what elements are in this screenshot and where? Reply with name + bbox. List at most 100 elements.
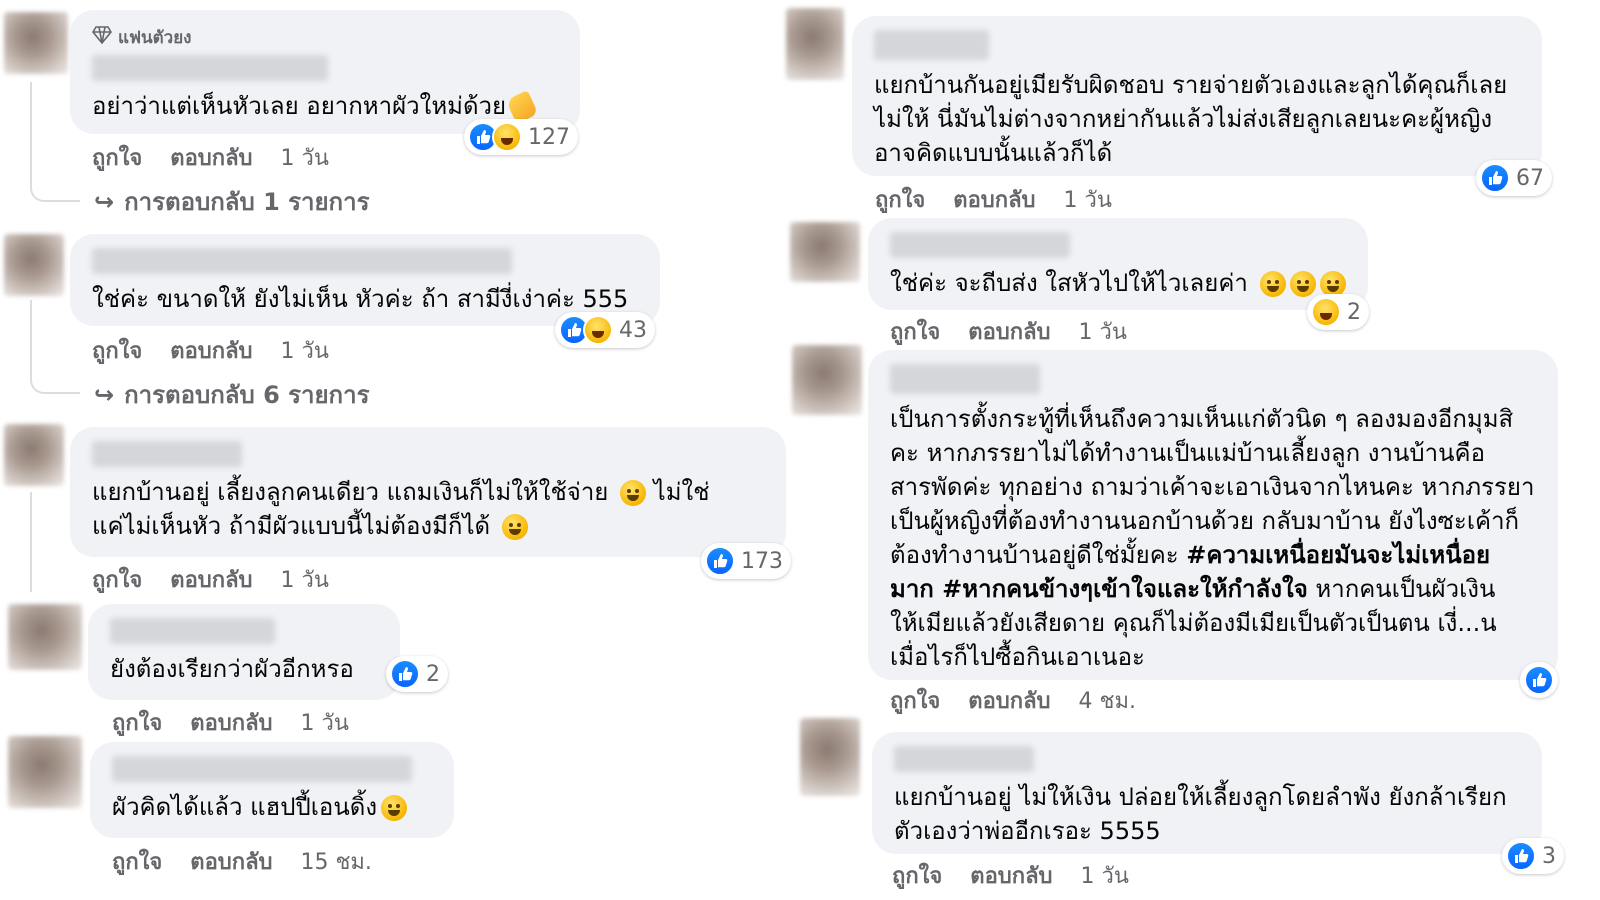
like-button[interactable]: ถูกใจ xyxy=(92,333,142,368)
reply-button[interactable]: ตอบกลับ xyxy=(170,562,252,597)
reaction-summary[interactable]: 67 xyxy=(1476,160,1552,196)
comment-actions: ถูกใจ ตอบกลับ 1 วัน xyxy=(875,182,1112,217)
view-replies-link[interactable]: ↪ การตอบกลับ 1 รายการ xyxy=(94,182,369,221)
comment-bubble: ยังต้องเรียกว่าผัวอีกหรอ xyxy=(88,604,400,700)
badge-label: แฟนตัวยง xyxy=(118,28,192,48)
commenter-name-blurred[interactable] xyxy=(92,55,328,81)
thread-line xyxy=(30,492,33,592)
reaction-summary[interactable]: 2 xyxy=(386,656,448,692)
commenter-name-blurred[interactable] xyxy=(92,441,242,467)
commenter-name-blurred[interactable] xyxy=(92,248,512,274)
reaction-count: 3 xyxy=(1542,843,1556,869)
hashtag-link[interactable]: มาก #หากคนข้างๆเข้าใจและให้กำลังใจ xyxy=(890,575,1308,603)
comment-bubble: แยกบ้านกันอยู่เมียรับผิดชอบ รายจ่ายตัวเอ… xyxy=(852,16,1542,176)
like-button[interactable]: ถูกใจ xyxy=(875,182,925,217)
like-button[interactable]: ถูกใจ xyxy=(92,562,142,597)
comment-bubble: แยกบ้านอยู่ ไม่ให้เงิน ปล่อยให้เลี้ยงลูก… xyxy=(872,732,1542,854)
comment-text: เป็นการตั้งกระทู้ที่เห็นถึงความเห็นแก่ตั… xyxy=(890,405,1535,671)
reply-button[interactable]: ตอบกลับ xyxy=(968,314,1050,349)
avatar[interactable] xyxy=(790,222,860,282)
reply-button[interactable]: ตอบกลับ xyxy=(953,182,1035,217)
haha-reaction-icon xyxy=(492,122,522,152)
avatar[interactable] xyxy=(4,12,68,74)
comment-actions: ถูกใจ ตอบกลับ 1 วัน xyxy=(92,562,329,597)
smiling-face-emoji-icon xyxy=(381,795,408,821)
reply-arrow-icon: ↪ xyxy=(94,187,115,216)
avatar[interactable] xyxy=(792,345,862,415)
comment-actions: ถูกใจ ตอบกลับ 4 ชม. xyxy=(890,683,1136,718)
comment-text: แยกบ้านกันอยู่เมียรับผิดชอบ รายจ่ายตัวเอ… xyxy=(874,71,1508,167)
timestamp[interactable]: 1 วัน xyxy=(281,333,329,368)
hashtag-link[interactable]: #ความเหนื่อยมันจะไม่เหนื่อย xyxy=(1186,541,1490,569)
reaction-summary[interactable]: 173 xyxy=(701,543,791,579)
comment-bubble: แยกบ้านอยู่ เลี้ยงลูกคนเดียว แถมเงินก็ไม… xyxy=(70,427,786,557)
reaction-summary[interactable]: 43 xyxy=(555,312,655,348)
like-button[interactable]: ถูกใจ xyxy=(112,844,162,879)
top-fan-badge: แฟนตัวยง xyxy=(92,24,558,51)
reaction-count: 67 xyxy=(1516,165,1544,191)
like-button[interactable]: ถูกใจ xyxy=(890,314,940,349)
reaction-count: 127 xyxy=(528,124,570,150)
timestamp[interactable]: 1 วัน xyxy=(1081,858,1129,893)
avatar[interactable] xyxy=(8,604,82,670)
left-comments-column: แฟนตัวยง อย่าว่าแต่เห็นหัวเลย อยากหาผัวใ… xyxy=(0,0,800,900)
comment-text: แยกบ้านอยู่ เลี้ยงลูกคนเดียว แถมเงินก็ไม… xyxy=(92,478,710,540)
like-reaction-icon xyxy=(390,659,420,689)
timestamp[interactable]: 1 วัน xyxy=(1079,314,1127,349)
comment-actions: ถูกใจ ตอบกลับ 1 วัน xyxy=(112,705,349,740)
reply-button[interactable]: ตอบกลับ xyxy=(968,683,1050,718)
commenter-name-blurred[interactable] xyxy=(874,30,989,60)
commenter-name-blurred[interactable] xyxy=(894,746,1034,772)
commenter-name-blurred[interactable] xyxy=(890,364,1040,394)
like-button[interactable]: ถูกใจ xyxy=(112,705,162,740)
timestamp[interactable]: 1 วัน xyxy=(281,562,329,597)
like-reaction-icon xyxy=(705,546,735,576)
timestamp[interactable]: 4 ชม. xyxy=(1079,683,1136,718)
like-button[interactable]: ถูกใจ xyxy=(92,140,142,175)
commenter-name-blurred[interactable] xyxy=(890,232,1070,258)
like-button[interactable]: ถูกใจ xyxy=(892,858,942,893)
replies-label: การตอบกลับ 6 รายการ xyxy=(124,381,370,409)
reply-button[interactable]: ตอบกลับ xyxy=(970,858,1052,893)
comment-text: ผัวคิดได้แล้ว แฮปปี้เอนดิ้ง xyxy=(112,790,432,824)
comment-bubble: แฟนตัวยง อย่าว่าแต่เห็นหัวเลย อยากหาผัวใ… xyxy=(70,10,580,134)
reaction-count: 2 xyxy=(1347,299,1361,325)
commenter-name-blurred[interactable] xyxy=(112,756,412,782)
tired-face-emoji-icon xyxy=(620,480,646,506)
timestamp[interactable]: 15 ชม. xyxy=(301,844,372,879)
avatar[interactable] xyxy=(4,234,64,296)
comment-text: แยกบ้านอยู่ ไม่ให้เงิน ปล่อยให้เลี้ยงลูก… xyxy=(894,783,1507,845)
avatar[interactable] xyxy=(800,718,860,796)
like-reaction-icon xyxy=(1506,841,1536,871)
timestamp[interactable]: 1 วัน xyxy=(301,705,349,740)
view-replies-link[interactable]: ↪ การตอบกลับ 6 รายการ xyxy=(94,375,369,414)
avatar[interactable] xyxy=(786,8,844,80)
reaction-count: 2 xyxy=(426,661,440,687)
reaction-summary[interactable] xyxy=(1520,662,1558,698)
reaction-summary[interactable]: 3 xyxy=(1502,838,1564,874)
reaction-count: 43 xyxy=(619,317,647,343)
haha-reaction-icon xyxy=(583,315,613,345)
reply-button[interactable]: ตอบกลับ xyxy=(190,844,272,879)
avatar[interactable] xyxy=(8,736,82,808)
avatar[interactable] xyxy=(4,424,64,486)
reply-button[interactable]: ตอบกลับ xyxy=(190,705,272,740)
timestamp[interactable]: 1 วัน xyxy=(281,140,329,175)
right-comments-column: แยกบ้านกันอยู่เมียรับผิดชอบ รายจ่ายตัวเอ… xyxy=(786,0,1600,900)
reply-arrow-icon: ↪ xyxy=(94,380,115,409)
comment-actions: ถูกใจ ตอบกลับ 15 ชม. xyxy=(112,844,372,879)
comment-actions: ถูกใจ ตอบกลับ 1 วัน xyxy=(92,333,329,368)
like-button[interactable]: ถูกใจ xyxy=(890,683,940,718)
reply-button[interactable]: ตอบกลับ xyxy=(170,140,252,175)
reply-button[interactable]: ตอบกลับ xyxy=(170,333,252,368)
comment-bubble: ใช่ค่ะ จะถีบส่ง ใสหัวไปให้ไวเลยค่า xyxy=(868,218,1368,310)
comment-bubble: เป็นการตั้งกระทู้ที่เห็นถึงความเห็นแก่ตั… xyxy=(868,350,1558,680)
reaction-summary[interactable]: 2 xyxy=(1307,294,1369,330)
reaction-count: 173 xyxy=(741,548,783,574)
commenter-name-blurred[interactable] xyxy=(110,618,275,644)
reaction-summary[interactable]: 127 xyxy=(464,119,578,155)
comment-actions: ถูกใจ ตอบกลับ 1 วัน xyxy=(892,858,1129,893)
like-reaction-icon xyxy=(1480,163,1510,193)
timestamp[interactable]: 1 วัน xyxy=(1064,182,1112,217)
rofl-emoji-icon xyxy=(1259,271,1286,297)
